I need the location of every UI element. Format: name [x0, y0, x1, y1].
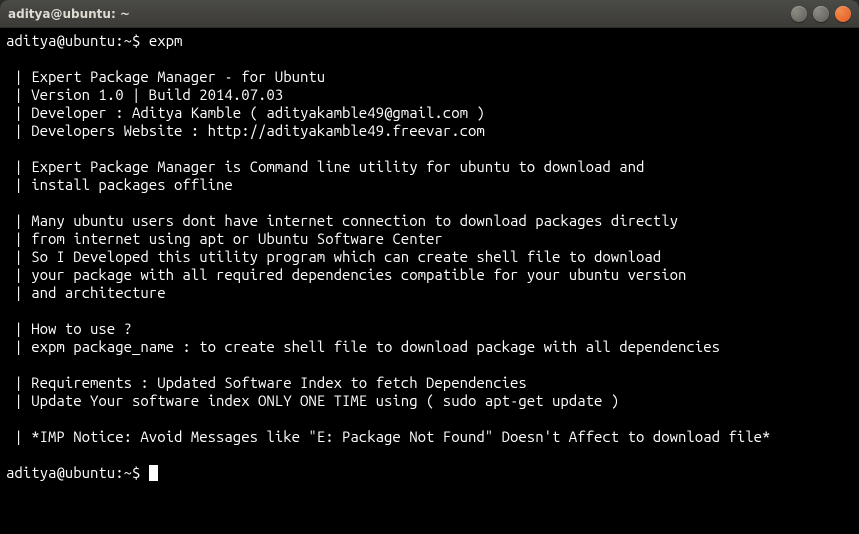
output-line: | Developer : Aditya Kamble ( adityakamb…	[6, 104, 485, 121]
output-line: | Version 1.0 | Build 2014.07.03	[6, 86, 283, 103]
window-title: aditya@ubuntu: ~	[8, 7, 791, 21]
terminal-window: aditya@ubuntu: ~ aditya@ubuntu:~$ expm |…	[0, 0, 859, 534]
terminal-body[interactable]: aditya@ubuntu:~$ expm | Expert Package M…	[0, 28, 859, 534]
close-button[interactable]	[835, 6, 851, 22]
output-line: | Expert Package Manager - for Ubuntu	[6, 68, 325, 85]
output-line: | and architecture	[6, 284, 166, 301]
prompt: aditya@ubuntu:~$	[6, 32, 149, 49]
minimize-button[interactable]	[791, 6, 807, 22]
output-line: | Many ubuntu users dont have internet c…	[6, 212, 678, 229]
output-line: | your package with all required depende…	[6, 266, 686, 283]
output-line: | So I Developed this utility program wh…	[6, 248, 661, 265]
output-line: | Update Your software index ONLY ONE TI…	[6, 392, 619, 409]
prompt: aditya@ubuntu:~$	[6, 464, 149, 481]
output-line: | How to use ?	[6, 320, 132, 337]
output-line: | expm package_name : to create shell fi…	[6, 338, 720, 355]
output-line: | from internet using apt or Ubuntu Soft…	[6, 230, 443, 247]
titlebar[interactable]: aditya@ubuntu: ~	[0, 0, 859, 28]
cursor-icon	[149, 465, 158, 481]
output-line: | Expert Package Manager is Command line…	[6, 158, 644, 175]
output-line: | *IMP Notice: Avoid Messages like "E: P…	[6, 428, 770, 445]
maximize-button[interactable]	[813, 6, 829, 22]
output-line: | Developers Website : http://adityakamb…	[6, 122, 485, 139]
output-line: | Requirements : Updated Software Index …	[6, 374, 527, 391]
window-controls	[791, 6, 851, 22]
output-line: | install packages offline	[6, 176, 233, 193]
command-text: expm	[149, 32, 183, 49]
